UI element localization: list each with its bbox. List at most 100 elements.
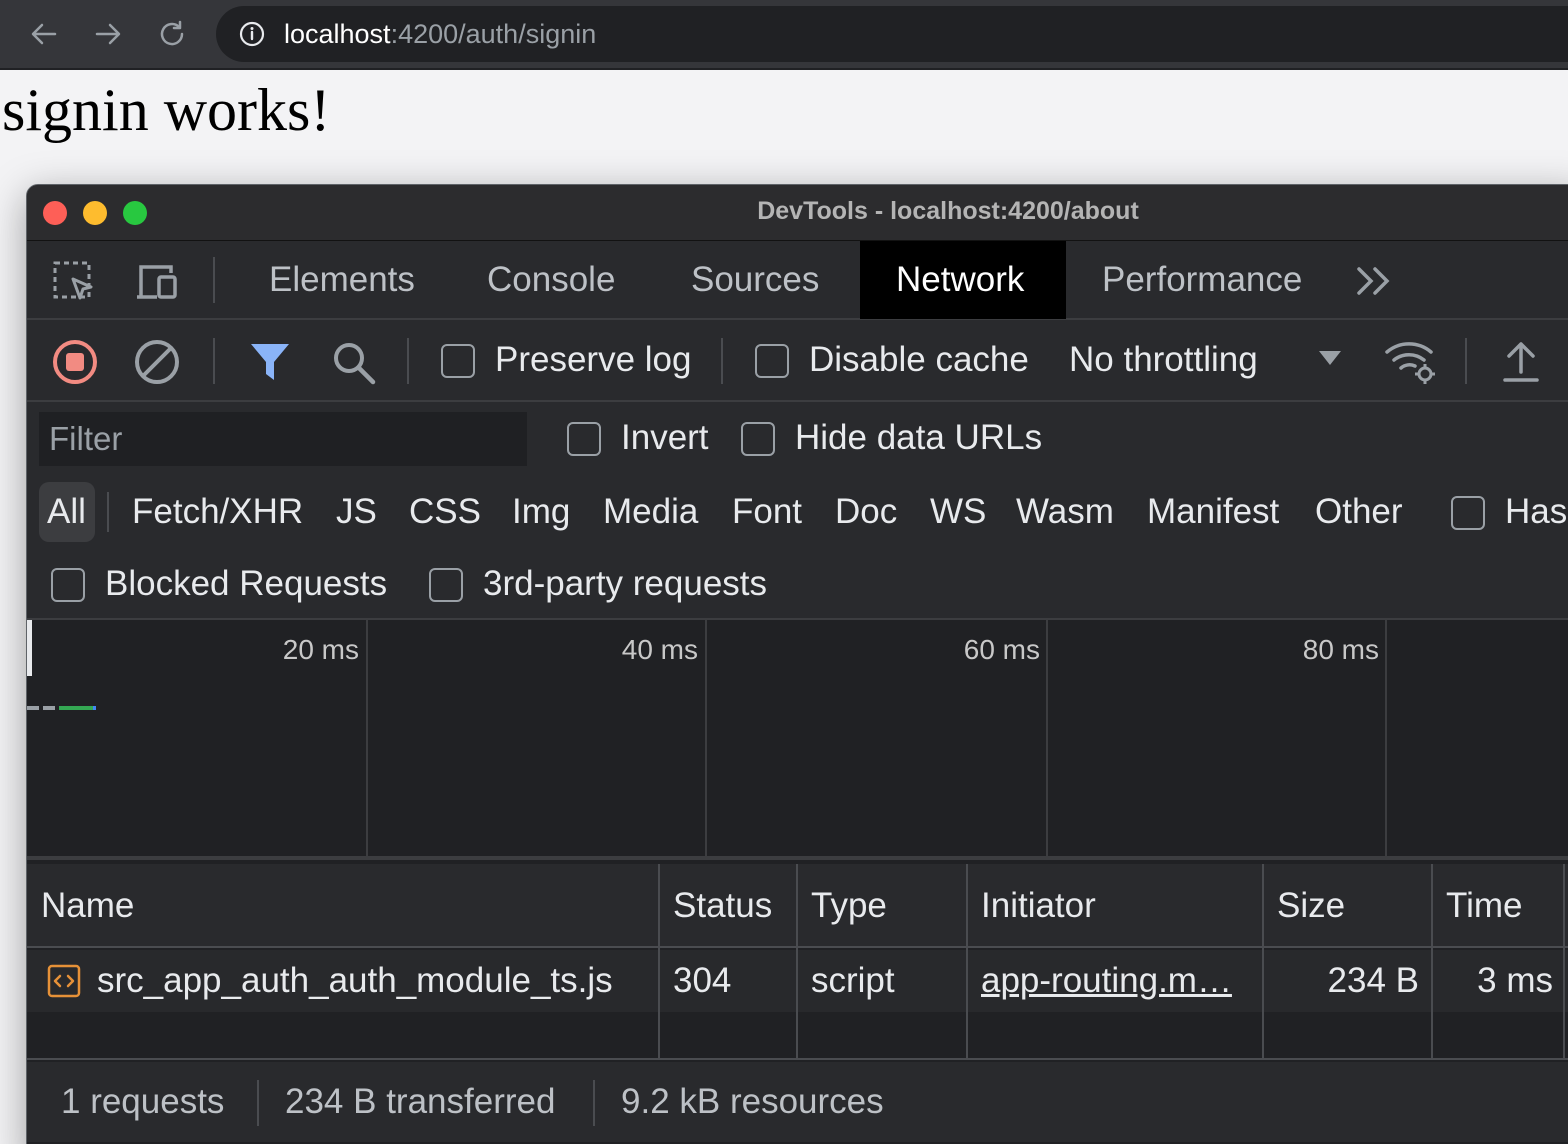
tab-console[interactable]: Console [451, 241, 651, 319]
more-tabs-icon[interactable] [1353, 263, 1397, 299]
tab-performance[interactable]: Performance [1066, 241, 1338, 319]
third-party-label[interactable]: 3rd-party requests [483, 564, 767, 604]
info-icon[interactable] [238, 20, 266, 48]
preserve-log-checkbox[interactable] [441, 344, 475, 378]
type-filter-all[interactable]: All [39, 482, 95, 542]
request-type: script [811, 961, 895, 1000]
url-text[interactable]: localhost:4200/auth/signin [284, 19, 596, 50]
column-header-initiator[interactable]: Initiator [967, 864, 1096, 948]
clear-icon[interactable] [133, 338, 181, 386]
waterfall-download-bar [59, 706, 93, 710]
request-name[interactable]: src_app_auth_auth_module_ts.js [83, 950, 613, 1012]
toolbar-divider [1465, 338, 1467, 384]
hide-data-urls-checkbox[interactable] [741, 422, 775, 456]
preserve-log-label[interactable]: Preserve log [495, 340, 691, 380]
type-filter-other[interactable]: Other [1315, 482, 1403, 542]
forward-button[interactable] [88, 14, 128, 54]
status-requests: 1 requests [61, 1082, 225, 1121]
toolbar-divider [213, 257, 215, 303]
column-header-size[interactable]: Size [1263, 864, 1345, 948]
disable-cache-checkbox[interactable] [755, 344, 789, 378]
record-stop-icon[interactable] [51, 338, 99, 386]
request-time: 3 ms [1477, 961, 1553, 1000]
request-initiator-link[interactable]: app-routing.m… [981, 961, 1232, 1000]
type-filter-manifest[interactable]: Manifest [1147, 482, 1279, 542]
column-divider[interactable] [796, 864, 798, 1060]
status-divider [257, 1080, 259, 1126]
network-overview[interactable]: 20 ms 40 ms 60 ms 80 ms [27, 620, 1568, 860]
has-blocked-cookies-checkbox[interactable] [1451, 496, 1485, 530]
type-filter-img[interactable]: Img [512, 482, 570, 542]
status-divider [593, 1080, 595, 1126]
dropdown-arrow-icon[interactable] [1317, 348, 1343, 368]
has-blocked-cookies-label[interactable]: Has [1505, 482, 1567, 542]
script-file-icon [47, 964, 81, 998]
type-filter-ws[interactable]: WS [930, 482, 986, 542]
hide-data-urls-label[interactable]: Hide data URLs [795, 418, 1042, 458]
url-host: localhost [284, 18, 391, 49]
devtools-tabbar: Elements Console Sources Network Perform… [27, 241, 1568, 320]
column-header-time[interactable]: Time [1432, 864, 1522, 948]
type-filter-wasm[interactable]: Wasm [1016, 482, 1114, 542]
column-divider[interactable] [1431, 864, 1433, 1060]
browser-toolbar: localhost:4200/auth/signin [0, 0, 1568, 70]
column-divider[interactable] [1563, 864, 1565, 1060]
third-party-checkbox[interactable] [429, 568, 463, 602]
filter-input[interactable] [39, 412, 527, 466]
filter-icon[interactable] [247, 340, 293, 384]
type-filter-media[interactable]: Media [603, 482, 698, 542]
throttling-select[interactable]: No throttling [1069, 340, 1258, 380]
arrow-right-icon [95, 23, 121, 45]
column-header-status[interactable]: Status [659, 864, 772, 948]
toolbar-divider [407, 338, 409, 384]
status-resources: 9.2 kB resources [621, 1082, 884, 1121]
network-toolbar: Preserve log Disable cache No throttling [27, 320, 1568, 402]
column-header-type[interactable]: Type [797, 864, 887, 948]
type-filter-js[interactable]: JS [336, 482, 377, 542]
reload-button[interactable] [152, 14, 192, 54]
column-divider[interactable] [658, 864, 660, 1060]
address-bar[interactable]: localhost:4200/auth/signin [216, 6, 1568, 62]
column-divider[interactable] [1262, 864, 1264, 1060]
type-filter-css[interactable]: CSS [409, 482, 481, 542]
url-path: :4200/auth/signin [390, 18, 597, 49]
devtools-title: DevTools - localhost:4200/about [757, 197, 1139, 225]
overview-tick-label: 60 ms [963, 634, 1040, 665]
network-status-bar: 1 requests 234 B transferred 9.2 kB reso… [27, 1062, 1568, 1142]
devtools-window: DevTools - localhost:4200/about Elements… [26, 184, 1568, 1144]
device-toolbar-icon[interactable] [133, 259, 181, 303]
overview-gridline [1385, 620, 1387, 860]
overview-selection-handle[interactable] [27, 620, 32, 676]
request-size: 234 B [1327, 961, 1419, 1000]
inspect-element-icon[interactable] [51, 259, 99, 303]
arrow-left-icon [31, 23, 57, 45]
blocked-requests-label[interactable]: Blocked Requests [105, 564, 387, 604]
type-filter-fetch-xhr[interactable]: Fetch/XHR [132, 482, 303, 542]
disable-cache-label[interactable]: Disable cache [809, 340, 1029, 380]
invert-label[interactable]: Invert [621, 418, 709, 458]
request-status: 304 [673, 961, 732, 1000]
tab-network[interactable]: Network [860, 241, 1066, 319]
page-heading: signin works! [2, 77, 331, 143]
overview-tick-label: 40 ms [621, 634, 698, 665]
search-icon[interactable] [329, 338, 377, 386]
overview-tick-label: 80 ms [1302, 634, 1379, 665]
tab-sources[interactable]: Sources [655, 241, 855, 319]
import-har-icon[interactable] [1501, 338, 1541, 384]
waterfall-waiting-bar [27, 706, 57, 710]
column-header-name[interactable]: Name [27, 864, 134, 948]
overview-gridline [705, 620, 707, 860]
status-transferred: 234 B transferred [285, 1082, 556, 1121]
column-divider[interactable] [966, 864, 968, 1060]
blocked-requests-checkbox[interactable] [51, 568, 85, 602]
network-conditions-icon[interactable] [1383, 336, 1439, 386]
back-button[interactable] [24, 14, 64, 54]
overview-gridline [366, 620, 368, 860]
reload-icon [160, 20, 184, 46]
invert-checkbox[interactable] [567, 422, 601, 456]
type-filter-font[interactable]: Font [732, 482, 802, 542]
overview-gridline [1046, 620, 1048, 860]
filter-bar: Invert Hide data URLs All Fetch/XHR JS C… [27, 402, 1568, 620]
tab-elements[interactable]: Elements [233, 241, 451, 319]
type-filter-doc[interactable]: Doc [835, 482, 897, 542]
